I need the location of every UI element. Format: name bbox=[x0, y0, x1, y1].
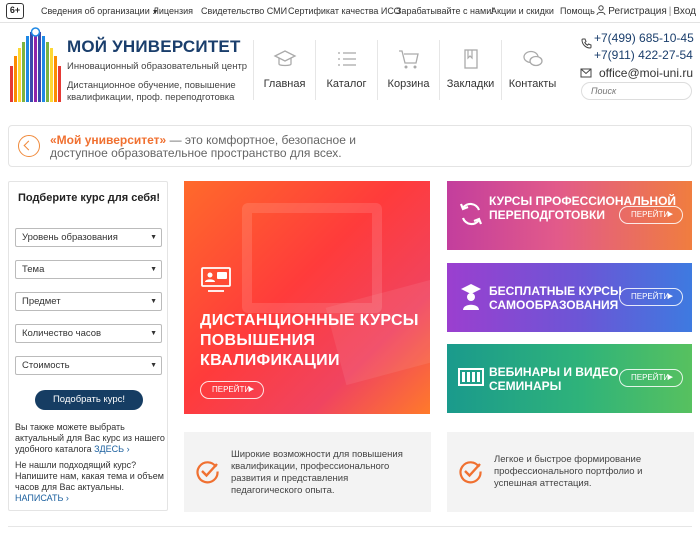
price-select[interactable]: Стоимость ▼ bbox=[15, 356, 162, 375]
course-filter-panel: Подберите курс для себя! Уровень образов… bbox=[8, 181, 168, 511]
check-circle-icon bbox=[459, 461, 482, 484]
promo-retraining-go-button[interactable]: ПЕРЕЙТИ ▶ bbox=[619, 206, 683, 224]
age-rating-badge: 6+ bbox=[6, 3, 24, 19]
check-circle-icon bbox=[196, 461, 219, 484]
topnav-media-certificate[interactable]: Свидетельство СМИ bbox=[201, 0, 287, 23]
promo-webinars-go-button[interactable]: ПЕРЕЙТИ ▶ bbox=[619, 369, 683, 387]
chevron-right-icon: ▶ bbox=[667, 374, 673, 381]
dropdown-arrow-icon: ▼ bbox=[150, 234, 157, 241]
chevron-right-icon: ▶ bbox=[667, 293, 673, 300]
graduate-icon bbox=[461, 284, 481, 310]
university-logo[interactable] bbox=[8, 26, 62, 104]
site-description: Дистанционное обучение, повышение квалиф… bbox=[67, 80, 236, 103]
topnav-iso-certificate[interactable]: Сертификат качества ИСО bbox=[288, 0, 401, 23]
search-input[interactable] bbox=[581, 82, 692, 100]
topic-select[interactable]: Тема ▼ bbox=[15, 260, 162, 279]
cart-icon bbox=[398, 50, 419, 69]
slogan-brand: «Мой университет» bbox=[50, 133, 167, 147]
email-address[interactable]: office@moi-uni.ru bbox=[599, 66, 693, 80]
hours-select[interactable]: Количество часов ▼ bbox=[15, 324, 162, 343]
bookmark-icon bbox=[463, 49, 478, 69]
auth-links: Регистрация | Вход bbox=[596, 0, 696, 23]
nav-home[interactable]: Главная bbox=[253, 40, 315, 100]
slogan-banner: «Мой университет» — это комфортное, безо… bbox=[8, 125, 692, 167]
refresh-arrows-icon bbox=[459, 202, 483, 226]
nav-home-label: Главная bbox=[263, 78, 306, 90]
video-screen-icon bbox=[458, 368, 484, 386]
list-icon bbox=[337, 52, 356, 66]
dropdown-arrow-icon: ▼ bbox=[150, 266, 157, 273]
user-icon bbox=[596, 5, 606, 15]
dropdown-arrow-icon: ▼ bbox=[150, 298, 157, 305]
site-title[interactable]: МОЙ УНИВЕРСИТЕТ bbox=[67, 37, 241, 57]
mail-icon bbox=[580, 68, 592, 78]
promo-big-title: ДИСТАНЦИОННЫЕ КУРСЫ ПОВЫШЕНИЯ КВАЛИФИКАЦ… bbox=[200, 312, 419, 369]
benefit-text: Широкие возможности для повышения квалиф… bbox=[231, 449, 403, 496]
phone-icon bbox=[581, 38, 592, 49]
catalog-note: Вы также можете выбрать актуальный для В… bbox=[15, 422, 165, 454]
decorative-frame bbox=[242, 203, 382, 313]
benefit-text: Легкое и быстрое формирование профессион… bbox=[494, 454, 643, 489]
topnav-license[interactable]: Лицензия bbox=[153, 0, 193, 23]
nav-contacts[interactable]: Контакты bbox=[501, 40, 563, 100]
graduation-cap-icon bbox=[273, 50, 296, 67]
site-subtitle: Инновационный образовательный центр bbox=[67, 61, 248, 72]
nav-contacts-label: Контакты bbox=[508, 78, 557, 90]
phone-number-2[interactable]: +7(911) 422-27-54 bbox=[594, 48, 693, 62]
promo-big-go-button[interactable]: ПЕРЕЙТИ ▶ bbox=[200, 381, 264, 399]
promo-free-courses[interactable]: БЕСПЛАТНЫЕ КУРСЫ САМООБРАЗОВАНИЯ ПЕРЕЙТИ… bbox=[447, 263, 692, 332]
benefit-card: Широкие возможности для повышения квалиф… bbox=[184, 432, 431, 512]
top-bar: 6+ Сведения об организации ▼ Лицензия Сви… bbox=[0, 0, 700, 23]
topnav-earn-with-us[interactable]: Зарабатывайте с нами! bbox=[396, 0, 494, 23]
computer-user-icon bbox=[201, 267, 231, 292]
promo-webinars[interactable]: ВЕБИНАРЫ И ВИДЕО СЕМИНАРЫ ПЕРЕЙТИ ▶ bbox=[447, 344, 692, 413]
nav-catalog[interactable]: Каталог bbox=[315, 40, 377, 100]
write-us-note: Не нашли подходящий курс? Напишите нам, … bbox=[15, 460, 164, 503]
register-link[interactable]: Регистрация bbox=[608, 6, 666, 17]
nav-cart[interactable]: Корзина bbox=[377, 40, 439, 100]
pick-course-button[interactable]: Подобрать курс! bbox=[35, 390, 143, 410]
promo-qualification-courses[interactable]: ДИСТАНЦИОННЫЕ КУРСЫ ПОВЫШЕНИЯ КВАЛИФИКАЦ… bbox=[184, 181, 430, 414]
topnav-promotions[interactable]: Акции и скидки bbox=[491, 0, 554, 23]
arrow-circle-icon bbox=[18, 135, 40, 157]
topnav-about-org[interactable]: Сведения об организации ▼ bbox=[41, 0, 159, 23]
education-level-select[interactable]: Уровень образования ▼ bbox=[15, 228, 162, 247]
nav-cart-label: Корзина bbox=[387, 78, 430, 90]
chat-icon bbox=[522, 50, 543, 67]
filter-title: Подберите курс для себя! bbox=[17, 192, 161, 204]
nav-bookmarks-label: Закладки bbox=[446, 78, 495, 90]
auth-separator: | bbox=[668, 6, 672, 17]
phone-number-1[interactable]: +7(499) 685-10-45 bbox=[594, 31, 694, 45]
promo-retraining-courses[interactable]: КУРСЫ ПРОФЕССИОНАЛЬНОЙ ПЕРЕПОДГОТОВКИ ПЕ… bbox=[447, 181, 692, 250]
subject-select[interactable]: Предмет ▼ bbox=[15, 292, 162, 311]
chevron-right-icon: ▶ bbox=[248, 386, 254, 393]
divider bbox=[8, 526, 692, 527]
benefit-card: Легкое и быстрое формирование профессион… bbox=[447, 432, 694, 512]
dropdown-arrow-icon: ▼ bbox=[150, 330, 157, 337]
catalog-here-link[interactable]: ЗДЕСЬ › bbox=[94, 444, 129, 454]
promo-free-go-button[interactable]: ПЕРЕЙТИ ▶ bbox=[619, 288, 683, 306]
login-link[interactable]: Вход bbox=[673, 6, 696, 17]
topnav-help[interactable]: Помощь bbox=[560, 0, 595, 23]
slogan-text: «Мой университет» — это комфортное, безо… bbox=[50, 134, 410, 160]
write-us-link[interactable]: НАПИСАТЬ › bbox=[15, 493, 69, 503]
nav-catalog-label: Каталог bbox=[326, 78, 367, 90]
nav-bookmarks[interactable]: Закладки bbox=[439, 40, 501, 100]
dropdown-arrow-icon: ▼ bbox=[150, 362, 157, 369]
chevron-right-icon: ▶ bbox=[667, 211, 673, 218]
